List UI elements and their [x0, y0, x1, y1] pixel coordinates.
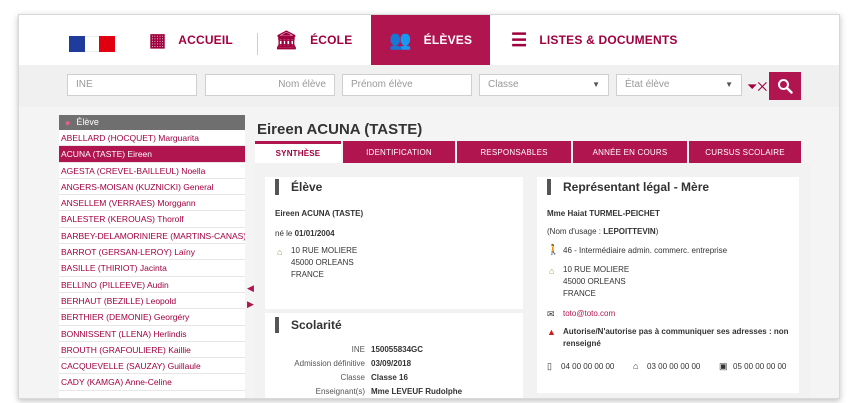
list-header[interactable]: ◆ Élève: [59, 115, 245, 130]
email-link[interactable]: toto@toto.com: [563, 309, 615, 318]
school-building-icon: 🏛: [275, 29, 299, 50]
list-item[interactable]: CADY (KAMGA) Anne-Celine: [59, 374, 245, 391]
students-icon: 👥: [389, 29, 412, 50]
grid-icon: ▦: [149, 29, 167, 50]
address-line: 45000 ORLEANS: [291, 258, 354, 267]
representant-card: Représentant légal - Mère Mme Haiat TURM…: [537, 177, 799, 393]
warning-icon: ▲: [547, 327, 556, 337]
search-button[interactable]: [769, 72, 801, 100]
list-item[interactable]: CACQUEVELLE (SAUZAY) Guillaule: [59, 358, 245, 375]
ine-input[interactable]: INE: [67, 74, 197, 96]
etat-eleve-select[interactable]: État élève ▼: [616, 74, 742, 96]
address-line: FRANCE: [291, 270, 324, 279]
phone-home: 03 00 00 00 00: [647, 362, 701, 371]
top-nav: ▦ ACCUEIL 🏛 ÉCOLE 👥 ÉLÈVES ☰ LISTES & DO…: [19, 15, 839, 65]
list-item[interactable]: BROUTH (GRAFOULIERE) Kaillie: [59, 342, 245, 359]
address-line: FRANCE: [563, 289, 596, 298]
address-line: 45000 ORLEANS: [563, 277, 626, 286]
house-icon: ⌂: [277, 247, 283, 257]
chevron-down-icon: ▼: [725, 80, 733, 89]
card-heading: Scolarité: [265, 315, 523, 335]
expand-right-icon[interactable]: ▶: [247, 299, 254, 310]
list-item[interactable]: BARBEY-DELAMORINIERE (MARTINS-CANAS) J: [59, 228, 245, 245]
scolarite-card: Scolarité INE 150055834GC Admission défi…: [265, 313, 523, 398]
person-icon: 🚶: [547, 245, 560, 256]
search-bar: INE Nom élève Prénom élève Classe ▼ État…: [19, 65, 839, 107]
mobile-phone-icon: ▯: [547, 361, 552, 371]
nav-eleves[interactable]: 👥 ÉLÈVES: [371, 15, 491, 65]
collapse-left-icon[interactable]: ◀: [247, 283, 254, 294]
nom-eleve-input[interactable]: Nom élève: [205, 74, 335, 96]
phone-mobile: 04 00 00 00 00: [561, 362, 615, 371]
tab-bar: SYNTHÈSE IDENTIFICATION RESPONSABLES ANN…: [255, 141, 811, 163]
student-list: ◆ Élève ABELLARD (HOCQUET) Marguarita ACU…: [59, 115, 245, 398]
birth-line: né le 01/01/2004: [275, 229, 335, 238]
list-item[interactable]: BALESTER (KEROUAS) Thorolf: [59, 211, 245, 228]
search-icon: [778, 79, 793, 94]
list-item[interactable]: BERTHIER (DEMONIE) Georgéry: [59, 309, 245, 326]
chevron-down-icon: ▼: [592, 80, 600, 89]
list-item[interactable]: BERHAUT (BEZILLE) Leopold: [59, 293, 245, 310]
list-item-selected[interactable]: ACUNA (TASTE) Eireen: [59, 146, 245, 163]
clear-filter-icon[interactable]: ⏷✕: [747, 79, 767, 95]
card-heading: Représentant légal - Mère: [537, 177, 799, 197]
list-item[interactable]: AGESTA (CREVEL-BAILLEUL) Noella: [59, 163, 245, 179]
list-icon: ☰: [511, 29, 528, 50]
sort-icon: ◆: [65, 120, 71, 127]
tab-synthese[interactable]: SYNTHÈSE: [255, 141, 341, 163]
address-line: 10 RUE MOLIERE: [563, 265, 630, 274]
work-phone-icon: ▣: [719, 361, 728, 371]
list-item[interactable]: BASILLE (THIRIOT) Jacinta: [59, 260, 245, 277]
classe-select[interactable]: Classe ▼: [479, 74, 609, 96]
list-item[interactable]: BONNISSENT (LLENA) Herlindis: [59, 326, 245, 342]
list-item[interactable]: ABELLARD (HOCQUET) Marguarita: [59, 130, 245, 147]
prenom-eleve-input[interactable]: Prénom élève: [342, 74, 472, 96]
rep-name: Mme Haiat TURMEL-PEICHET: [547, 209, 660, 218]
list-item[interactable]: ANGERS-MOISAN (KUZNICKI) General: [59, 179, 245, 196]
student-name: Eireen ACUNA (TASTE): [275, 209, 364, 218]
address-line: 10 RUE MOLIERE: [291, 246, 358, 255]
nav-ecole[interactable]: 🏛 ÉCOLE: [275, 15, 352, 65]
tab-cursus-scolaire[interactable]: CURSUS SCOLAIRE: [689, 141, 801, 163]
usage-name-line: (Nom d'usage : LEPOITTEVIN): [547, 227, 659, 236]
address-consent-warning: Autorise/N'autorise pas à communiquer se…: [563, 327, 789, 348]
page-title: Eireen ACUNA (TASTE): [257, 121, 423, 138]
synthese-panel: Élève Eireen ACUNA (TASTE) né le 01/01/2…: [255, 163, 811, 398]
list-item[interactable]: BELLINO (PILLEEVE) Audin: [59, 277, 245, 293]
list-item[interactable]: BARROT (GERSAN-LEROY) Laïny: [59, 244, 245, 261]
tab-identification[interactable]: IDENTIFICATION: [343, 141, 455, 163]
tab-responsables[interactable]: RESPONSABLES: [457, 141, 571, 163]
nav-listes-documents[interactable]: ☰ LISTES & DOCUMENTS: [511, 15, 678, 65]
list-item[interactable]: ANSELLEM (VERRAES) Morggann: [59, 195, 245, 212]
eleve-card: Élève Eireen ACUNA (TASTE) né le 01/01/2…: [265, 177, 523, 309]
nav-accueil[interactable]: ▦ ACCUEIL: [149, 15, 233, 65]
phone-work: 05 00 00 00 00: [733, 362, 787, 371]
tab-annee-en-cours[interactable]: ANNÉE EN COURS: [573, 141, 687, 163]
app-window: ▦ ACCUEIL 🏛 ÉCOLE 👥 ÉLÈVES ☰ LISTES & DO…: [18, 14, 840, 399]
house-icon: ⌂: [549, 266, 555, 276]
envelope-icon: ✉: [547, 309, 555, 319]
card-heading: Élève: [265, 177, 523, 197]
republique-flag-logo: [69, 36, 115, 52]
home-phone-icon: ⌂: [633, 361, 639, 371]
profession: 46 - Intermédiaire admin. commerc. entre…: [563, 246, 728, 255]
